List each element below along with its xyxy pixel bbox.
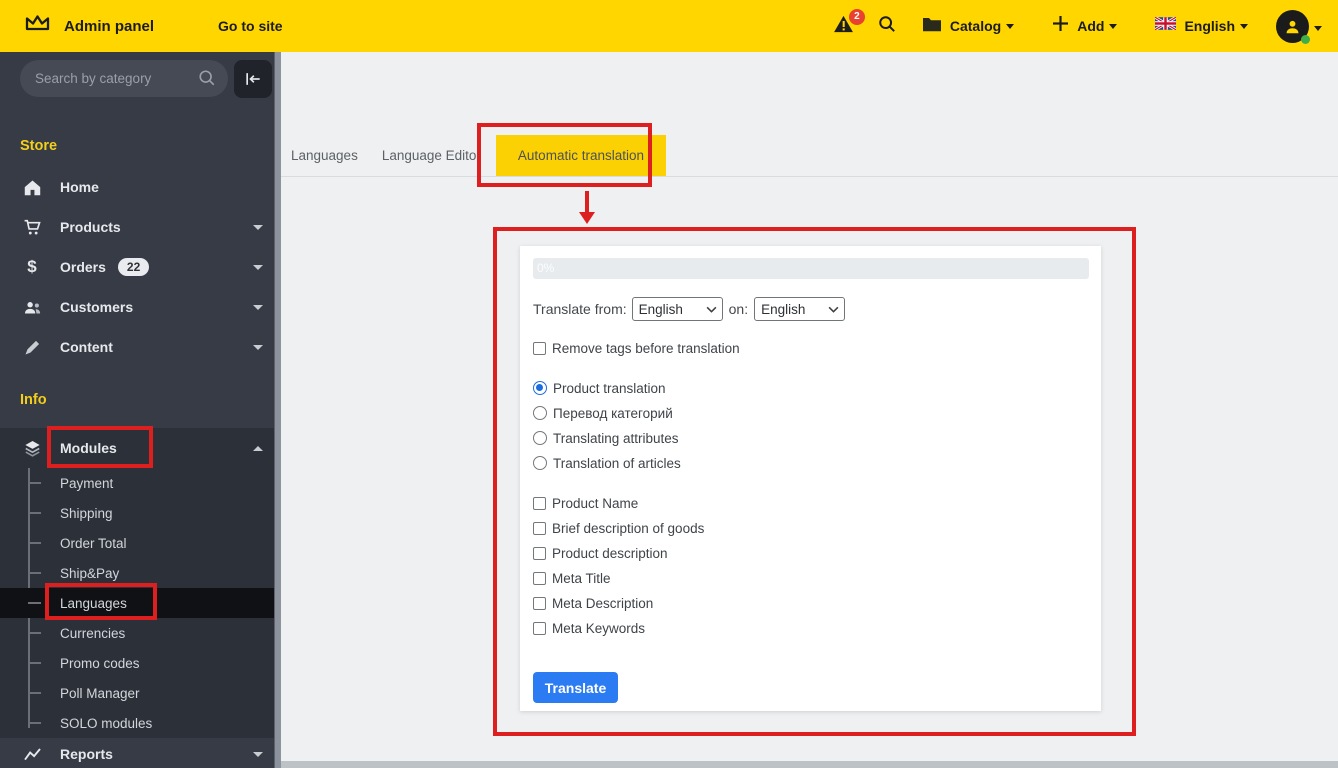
home-icon — [22, 179, 42, 196]
sidebar-item-orders[interactable]: $ Orders 22 — [0, 247, 281, 287]
online-status-dot — [1301, 34, 1310, 44]
pencil-icon — [22, 339, 42, 356]
tab-languages[interactable]: Languages — [291, 148, 358, 163]
translate-from-label: Translate from: — [533, 301, 627, 317]
topbar: Admin panel Go to site 2 Catalog Add Eng… — [0, 0, 1338, 52]
radio-category-translation[interactable] — [533, 406, 547, 420]
translation-card: 0% Translate from: English on: English R… — [520, 246, 1101, 711]
sidebar-subitem-ship-and-pay[interactable]: Ship&Pay — [0, 558, 281, 588]
tree-tick — [28, 482, 41, 484]
search-icon — [878, 15, 896, 38]
tree-tick — [28, 692, 41, 694]
sidebar-collapse-button[interactable] — [234, 60, 272, 98]
chevron-down-icon — [828, 306, 839, 313]
sidebar-item-content[interactable]: Content — [0, 327, 281, 367]
chevron-down-icon — [253, 224, 263, 230]
sidebar-item-modules[interactable]: Modules — [0, 428, 281, 468]
tree-tick — [28, 602, 41, 604]
plus-icon — [1052, 15, 1069, 37]
crown-logo-icon — [24, 13, 51, 39]
go-to-site-link[interactable]: Go to site — [218, 18, 283, 34]
user-menu[interactable] — [1276, 9, 1322, 44]
chevron-down-icon — [253, 264, 263, 270]
catalog-label: Catalog — [949, 18, 1002, 34]
folder-icon — [922, 16, 942, 37]
sidebar-subitem-poll-manager[interactable]: Poll Manager — [0, 678, 281, 708]
sidebar-subitem-currencies[interactable]: Currencies — [0, 618, 281, 648]
horizontal-scrollbar[interactable] — [281, 761, 1338, 768]
sidebar-subitem-promo-codes[interactable]: Promo codes — [0, 648, 281, 678]
checkbox-product-name[interactable] — [533, 496, 546, 510]
sidebar-subitem-languages[interactable]: Languages — [0, 588, 281, 618]
add-label: Add — [1077, 18, 1105, 34]
layers-icon — [22, 439, 42, 458]
language-label: English — [1184, 18, 1235, 34]
checkbox-product-description[interactable] — [533, 546, 546, 560]
add-menu[interactable]: Add — [1052, 15, 1118, 37]
sidebar-item-home[interactable]: Home — [0, 167, 281, 207]
cart-icon — [22, 218, 42, 236]
avatar — [1276, 9, 1310, 44]
chevron-down-icon — [1314, 25, 1322, 31]
tab-automatic-translation[interactable]: Automatic translation — [495, 135, 666, 176]
tree-tick — [28, 512, 41, 514]
remove-tags-checkbox[interactable] — [533, 341, 546, 355]
annotation-arrow-head — [579, 212, 595, 224]
checkbox-meta-keywords[interactable] — [533, 621, 546, 635]
sidebar-subitem-order-total[interactable]: Order Total — [0, 528, 281, 558]
tree-tick — [28, 662, 41, 664]
sidebar-item-reports[interactable]: Reports — [0, 740, 281, 768]
topbar-search-button[interactable] — [878, 15, 896, 38]
chevron-down-icon — [706, 306, 717, 313]
sidebar-subitem-shipping[interactable]: Shipping — [0, 498, 281, 528]
language-menu[interactable]: English — [1154, 15, 1248, 35]
sidebar-item-customers[interactable]: Customers — [0, 287, 281, 327]
checkbox-meta-title[interactable] — [533, 571, 546, 585]
tab-language-editor[interactable]: Language Editor — [382, 148, 481, 163]
radio-translating-attributes[interactable] — [533, 431, 547, 445]
on-label: on: — [728, 301, 749, 317]
search-icon — [198, 69, 216, 92]
sidebar-subitem-payment[interactable]: Payment — [0, 468, 281, 498]
tree-tick — [28, 722, 41, 724]
tree-tick — [28, 542, 41, 544]
sidebar-subitem-solo-modules[interactable]: SOLO modules — [0, 708, 281, 738]
chart-line-icon — [22, 747, 42, 762]
sidebar-item-products[interactable]: Products — [0, 207, 281, 247]
annotation-arrow — [585, 191, 589, 212]
catalog-menu[interactable]: Catalog — [922, 16, 1015, 37]
uk-flag-icon — [1154, 15, 1178, 35]
tab-underline — [281, 176, 1338, 177]
chevron-down-icon — [1109, 24, 1118, 29]
section-title-info: Info — [20, 392, 47, 408]
sidebar: Store Home Products $ Orders 22 Customer… — [0, 52, 281, 768]
chevron-up-icon — [253, 445, 263, 451]
checkbox-brief-description[interactable] — [533, 521, 546, 535]
progress-bar: 0% — [533, 258, 1089, 279]
brand: Admin panel — [24, 13, 154, 39]
chevron-down-icon — [253, 304, 263, 310]
radio-translation-of-articles[interactable] — [533, 456, 547, 470]
tree-tick — [28, 632, 41, 634]
radio-product-translation[interactable] — [533, 381, 547, 395]
alerts-button[interactable]: 2 — [833, 8, 865, 38]
tree-tick — [28, 572, 41, 574]
source-language-select[interactable]: English — [631, 297, 723, 321]
orders-count-badge: 22 — [117, 258, 150, 276]
chevron-down-icon — [253, 344, 263, 350]
alerts-count-badge: 2 — [848, 8, 865, 25]
target-language-select[interactable]: English — [754, 297, 846, 321]
sidebar-scrollbar[interactable] — [274, 52, 281, 768]
search-input[interactable] — [20, 60, 228, 97]
chevron-down-icon — [1240, 24, 1248, 29]
customers-icon — [22, 300, 42, 315]
chevron-down-icon — [253, 751, 263, 757]
section-title-store: Store — [20, 138, 58, 154]
chevron-down-icon — [1006, 24, 1015, 29]
main-content: Languages Language Editor Automatic tran… — [281, 52, 1338, 768]
translate-button[interactable]: Translate — [533, 672, 618, 703]
checkbox-meta-description[interactable] — [533, 596, 546, 610]
dollar-icon: $ — [27, 257, 37, 276]
brand-title: Admin panel — [64, 17, 155, 35]
